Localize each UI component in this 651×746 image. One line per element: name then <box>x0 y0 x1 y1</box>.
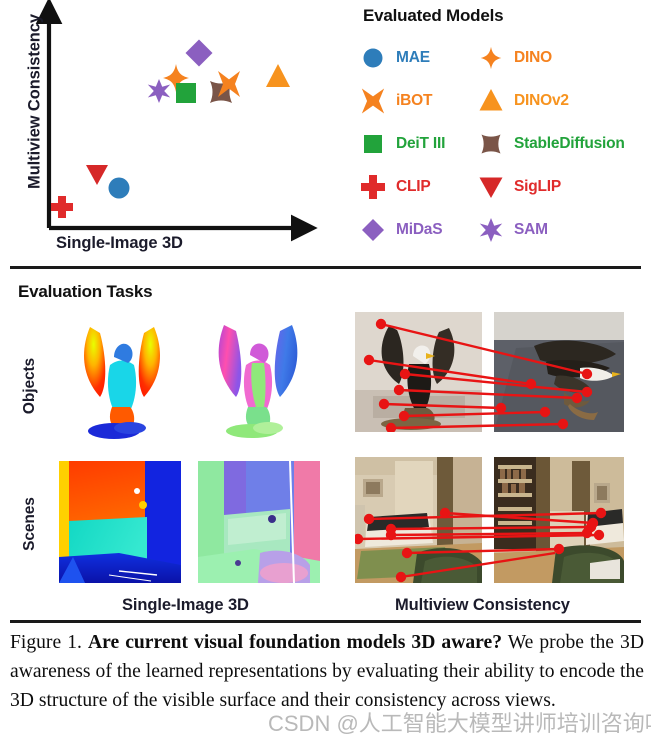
point-clip <box>51 196 73 218</box>
y-axis-label: Multiview Consistency <box>25 14 44 189</box>
circle-icon <box>360 45 386 71</box>
legend-item-sam: SAM <box>478 217 651 243</box>
legend-label-dino: DINO <box>514 48 552 66</box>
figure-number: Figure 1. <box>10 632 82 653</box>
legend-label-midas: MiDaS <box>396 220 443 238</box>
row-label-objects: Objects <box>21 357 38 415</box>
point-sam <box>147 79 171 103</box>
legend-label-clip: CLIP <box>396 177 431 195</box>
triangle-up-icon <box>478 88 504 114</box>
legend-label-sam: SAM <box>514 220 548 238</box>
diamond-icon <box>360 217 386 243</box>
six-point-star-icon <box>478 217 504 243</box>
point-midas <box>185 39 213 67</box>
divider-bottom <box>10 620 641 623</box>
four-point-star-icon <box>478 45 504 71</box>
cross-x-icon <box>360 87 386 114</box>
figure-caption-question: Are current visual foundation models 3D … <box>87 632 503 653</box>
scenes-normals-thumbnail <box>198 461 320 583</box>
legend: Evaluated Models MAE DINO iBOT DINOv2 De… <box>360 6 651 251</box>
x-axis-label: Single-Image 3D <box>56 234 183 252</box>
legend-item-dinov2: DINOv2 <box>478 88 651 114</box>
objects-normals-thumbnail <box>198 311 318 441</box>
legend-item-mae: MAE <box>360 45 478 71</box>
objects-correspondence-lines <box>363 318 593 432</box>
legend-label-mae: MAE <box>396 48 430 66</box>
legend-label-deit-iii: DeiT III <box>396 134 446 152</box>
point-dinov2 <box>266 64 290 87</box>
triangle-down-icon <box>478 174 504 200</box>
legend-label-dinov2: DINOv2 <box>514 91 569 109</box>
column-caption-single-image-3d: Single-Image 3D <box>122 596 249 614</box>
legend-label-ibot: iBOT <box>396 91 433 109</box>
concave-square-icon <box>478 131 504 157</box>
point-deit-iii <box>176 83 196 103</box>
row-label-scenes: Scenes <box>21 497 38 551</box>
scenes-correspondence-lines <box>355 507 607 583</box>
legend-item-clip: CLIP <box>360 174 478 200</box>
legend-item-dino: DINO <box>478 45 651 71</box>
column-caption-multiview-consistency: Multiview Consistency <box>395 596 570 614</box>
legend-item-ibot: iBOT <box>360 87 478 114</box>
plus-icon <box>360 174 386 200</box>
legend-item-deit-iii: DeiT III <box>360 131 478 157</box>
figure-caption: Figure 1. Are current visual foundation … <box>10 628 644 716</box>
evaluation-tasks-title: Evaluation Tasks <box>18 282 153 301</box>
legend-item-siglip: SigLIP <box>478 174 651 200</box>
plot-data-points <box>51 39 290 218</box>
evaluation-tasks-panel: Evaluation Tasks Objects Scenes Single-I… <box>0 269 651 619</box>
legend-item-midas: MiDaS <box>360 217 478 243</box>
point-siglip <box>86 165 108 185</box>
scenes-depth-thumbnail <box>59 461 181 583</box>
scatter-plot: Multiview Consistency Single-Image 3D <box>0 0 340 265</box>
objects-depth-thumbnail <box>62 311 182 441</box>
legend-title: Evaluated Models <box>363 6 504 25</box>
point-mae <box>108 177 130 199</box>
square-icon <box>360 131 386 157</box>
overview-scatter-panel: Multiview Consistency Single-Image 3D Ev… <box>0 0 651 265</box>
legend-label-siglip: SigLIP <box>514 177 562 195</box>
legend-label-stablediffusion: StableDiffusion <box>514 134 625 152</box>
legend-item-stablediffusion: StableDiffusion <box>478 131 651 157</box>
